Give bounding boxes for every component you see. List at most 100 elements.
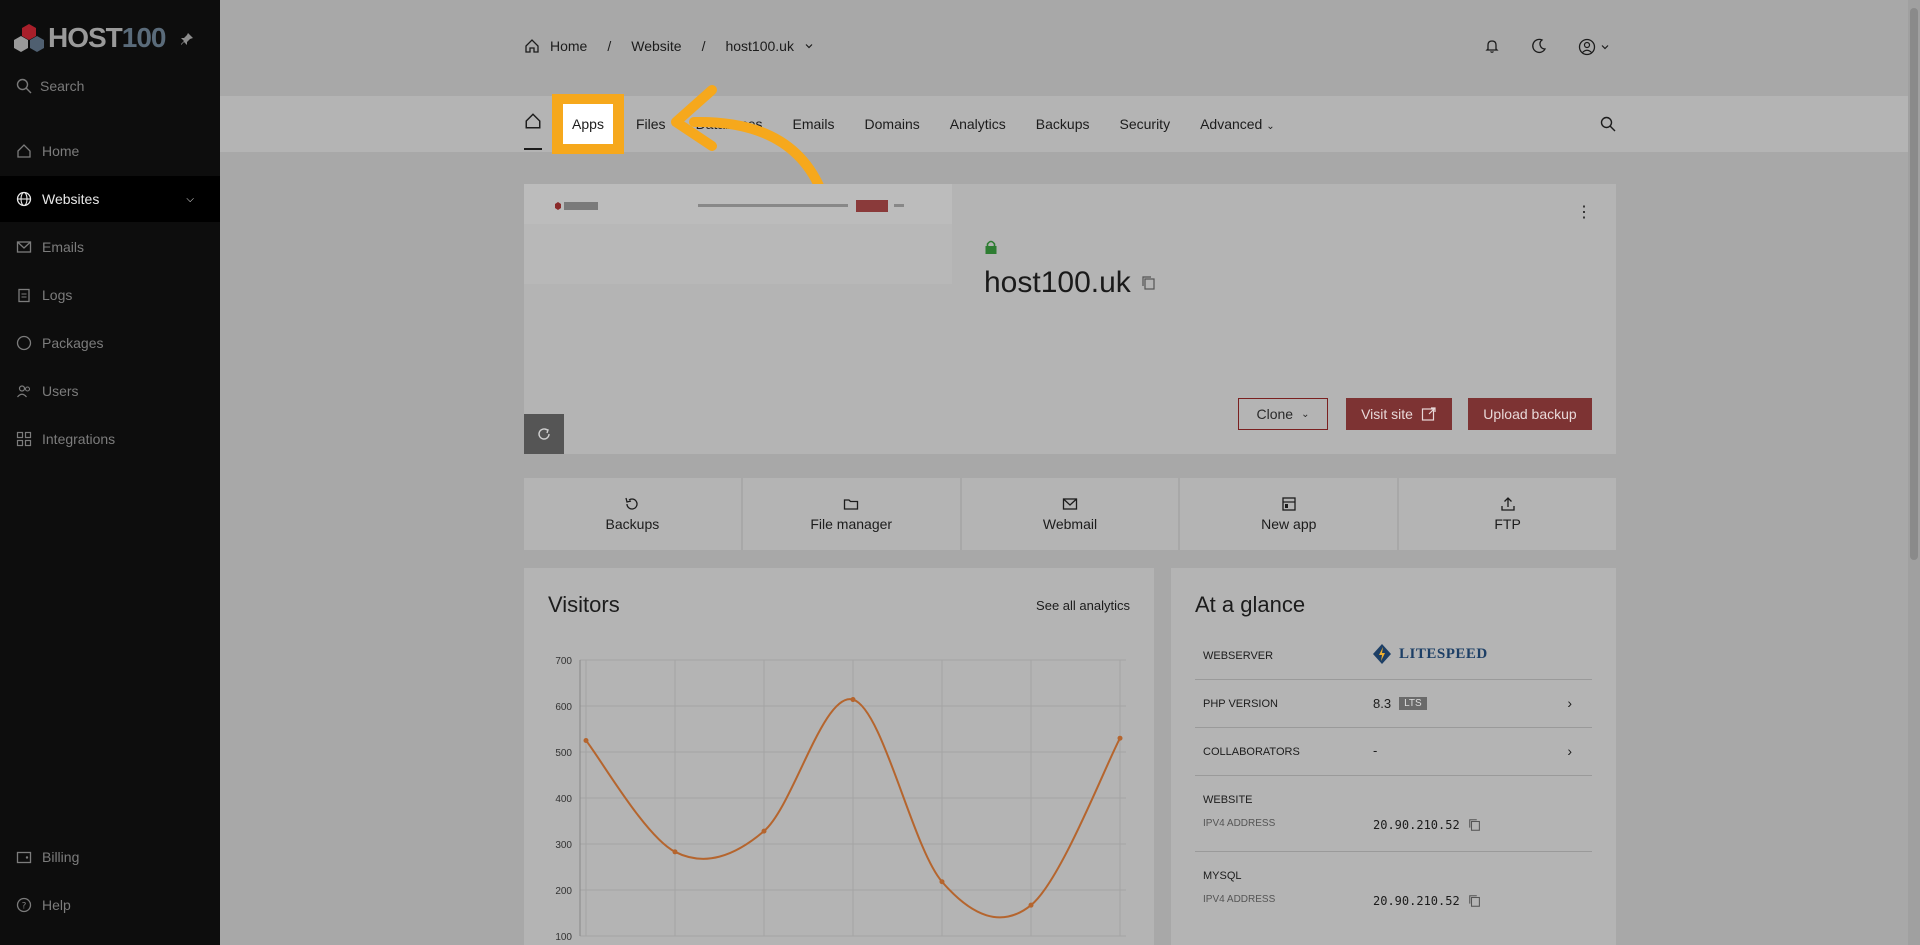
site-preview[interactable]	[524, 184, 952, 284]
quick-ftp[interactable]: FTP	[1399, 478, 1616, 550]
copy-icon[interactable]	[1468, 894, 1482, 908]
chart-y-tick-label: 600	[555, 702, 572, 713]
copy-icon[interactable]	[1468, 818, 1482, 832]
chart-data-point[interactable]	[583, 738, 589, 743]
tab-advanced[interactable]: Advanced ⌄	[1200, 116, 1275, 132]
breadcrumb-separator: /	[701, 38, 706, 54]
kebab-menu-icon[interactable]: ⋮	[1576, 205, 1592, 221]
tab-backups[interactable]: Backups	[1036, 116, 1090, 132]
quick-actions: Backups File manager Webmail New app FTP	[524, 478, 1616, 550]
chart-data-point[interactable]	[939, 879, 945, 885]
glance-label: MYSQL	[1203, 870, 1242, 882]
glance-row-php[interactable]: PHP VERSION 8.3 LTS ›	[1195, 680, 1592, 728]
glance-label: WEBSITE	[1203, 794, 1253, 806]
site-card: host100.uk ⋮ Clone ⌄ Visit site Upload b…	[524, 184, 1616, 454]
quick-webmail[interactable]: Webmail	[961, 478, 1179, 550]
external-link-icon	[1421, 407, 1436, 421]
chart-y-tick-label: 700	[555, 656, 572, 667]
glance-row-collaborators[interactable]: COLLABORATORS - ›	[1195, 728, 1592, 776]
help-icon: ?	[16, 897, 32, 913]
chart-y-tick-label: 400	[555, 794, 572, 805]
sidebar-search[interactable]: Search	[16, 78, 84, 94]
clone-button[interactable]: Clone ⌄	[1238, 398, 1328, 430]
glance-label: WEBSERVER	[1203, 650, 1274, 662]
breadcrumb-home[interactable]: Home	[550, 38, 587, 54]
breadcrumb-website[interactable]: Website	[631, 38, 681, 54]
sidebar-item-label: Logs	[42, 287, 73, 303]
search-icon[interactable]	[1600, 116, 1616, 137]
chart-data-point[interactable]	[1028, 902, 1034, 908]
pin-icon[interactable]	[180, 32, 194, 49]
sidebar-item-users[interactable]: Users	[0, 368, 220, 414]
chart-y-tick-label: 100	[555, 932, 572, 943]
sidebar-item-emails[interactable]: Emails	[0, 224, 220, 270]
home-icon[interactable]	[524, 38, 540, 54]
sidebar-item-packages[interactable]: Packages	[0, 320, 220, 366]
visitors-card: Visitors See all analytics 700 600 500 400 3…	[524, 568, 1154, 945]
sidebar-item-label: Websites	[42, 191, 100, 207]
quick-file-manager[interactable]: File manager	[742, 478, 960, 550]
home-icon	[525, 113, 541, 129]
breadcrumb-domain[interactable]: host100.uk	[725, 38, 794, 54]
sidebar-item-home[interactable]: Home	[0, 128, 220, 174]
refresh-preview-button[interactable]	[524, 414, 564, 454]
folder-icon	[844, 499, 859, 510]
mysql-ip-value: 20.90.210.52	[1373, 894, 1460, 908]
dark-mode-icon[interactable]	[1531, 38, 1547, 54]
page-scrollbar[interactable]	[1908, 0, 1920, 945]
circle-icon	[16, 335, 32, 351]
users-icon	[17, 385, 31, 398]
glance-sublabel: IPV4 ADDRESS	[1203, 894, 1276, 905]
chart-data-point[interactable]	[761, 828, 767, 834]
search-icon	[16, 78, 32, 94]
restore-icon	[625, 497, 639, 510]
sidebar-item-label: Home	[42, 143, 80, 159]
quick-label: FTP	[1494, 516, 1521, 532]
scrollbar-thumb[interactable]	[1910, 8, 1918, 560]
tab-analytics[interactable]: Analytics	[950, 116, 1006, 132]
copy-icon[interactable]	[1141, 275, 1157, 291]
chevron-down-icon[interactable]	[804, 41, 814, 51]
tab-apps[interactable]: Apps	[563, 104, 613, 144]
see-all-analytics-link[interactable]: See all analytics	[1036, 598, 1130, 613]
chart-data-point[interactable]	[672, 849, 678, 855]
tab-home[interactable]	[524, 112, 542, 150]
chart-data-point[interactable]	[850, 697, 856, 703]
chart-y-tick-label: 300	[555, 840, 572, 851]
sidebar-item-help[interactable]: ? Help	[0, 882, 220, 928]
chart-data-point[interactable]	[1117, 735, 1123, 741]
grid-icon	[16, 431, 32, 447]
tab-security[interactable]: Security	[1120, 116, 1171, 132]
refresh-icon	[538, 428, 550, 440]
sidebar-item-logs[interactable]: Logs	[0, 272, 220, 318]
sidebar-item-billing[interactable]: Billing	[0, 834, 220, 880]
breadcrumb-separator: /	[607, 38, 612, 54]
user-menu[interactable]	[1578, 38, 1610, 56]
litespeed-text: LITESPEED	[1399, 645, 1488, 662]
glance-label: PHP VERSION	[1203, 698, 1278, 710]
clipboard-icon	[18, 288, 30, 303]
sidebar-item-label: Users	[42, 383, 79, 399]
logo[interactable]: HOST100	[14, 22, 166, 54]
sidebar-item-websites[interactable]: Websites ⌵	[0, 176, 220, 222]
upload-icon	[1500, 497, 1515, 511]
quick-new-app[interactable]: New app	[1180, 478, 1398, 550]
visit-site-button[interactable]: Visit site	[1346, 398, 1452, 430]
sidebar-item-label: Emails	[42, 239, 85, 255]
logo-text: HOST100	[48, 22, 166, 53]
chevron-down-icon	[1601, 45, 1609, 50]
bell-icon[interactable]	[1484, 38, 1500, 54]
upload-backup-button[interactable]: Upload backup	[1468, 398, 1592, 430]
glance-row-webserver: WEBSERVER LITESPEED	[1195, 632, 1592, 680]
tab-domains[interactable]: Domains	[865, 116, 920, 132]
visitors-chart: 700 600 500 400 300 200 100	[555, 656, 1126, 943]
sidebar-item-integrations[interactable]: Integrations	[0, 416, 220, 462]
quick-backups[interactable]: Backups	[524, 478, 741, 550]
quick-label: Webmail	[1042, 516, 1098, 532]
quick-label: New app	[1261, 516, 1317, 532]
litespeed-icon	[1373, 644, 1391, 664]
litespeed-logo: LITESPEED	[1373, 644, 1488, 664]
lock-icon	[985, 240, 997, 254]
svg-text:?: ?	[22, 902, 27, 912]
quick-label: Backups	[605, 516, 660, 532]
